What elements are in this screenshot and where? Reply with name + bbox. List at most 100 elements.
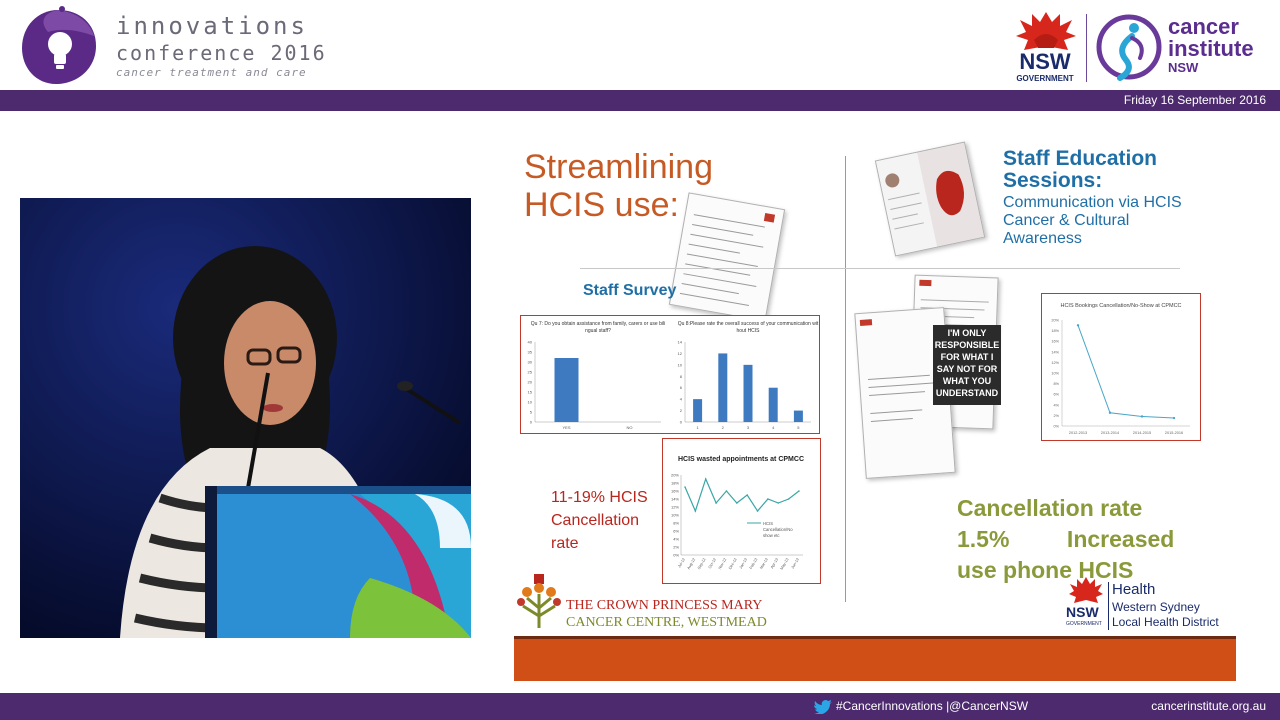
x-tick-label: Feb-13 xyxy=(749,558,758,570)
staff-education-line2: Sessions: xyxy=(1003,169,1103,192)
x-tick-label: NO xyxy=(627,425,633,430)
y-tick-label: 2% xyxy=(673,545,679,550)
bar xyxy=(554,358,579,422)
lightbulb-logo-icon xyxy=(22,6,96,84)
chart-title-cont: ngual staff? xyxy=(585,328,611,334)
x-tick-label: 2015-2016 xyxy=(1165,431,1183,435)
staff-survey-label: Staff Survey xyxy=(583,282,677,299)
x-tick-label: 5 xyxy=(797,425,800,430)
x-tick-label: Nov-12 xyxy=(718,558,728,571)
x-tick-label: 3 xyxy=(747,425,750,430)
social-hashtags[interactable]: #CancerInnovations |@CancerNSW xyxy=(836,699,1028,713)
y-tick-label: 6 xyxy=(680,385,683,390)
y-tick-label: 8 xyxy=(680,374,683,379)
wslhd-gov-text: GOVERNMENT xyxy=(1066,621,1102,627)
staff-education-topics: Communication via HCIS Cancer & Cultural… xyxy=(1003,194,1182,248)
staff-education-line1: Staff Education xyxy=(1003,147,1158,170)
y-tick-label: 30 xyxy=(528,360,533,365)
data-point xyxy=(704,478,707,480)
staff-education-heading: Staff Education Sessions: xyxy=(1003,148,1157,192)
bar xyxy=(743,364,753,422)
y-tick-label: 35 xyxy=(528,350,533,355)
y-tick-label: 2 xyxy=(680,408,683,413)
chart-title-cont: hout HCIS xyxy=(736,328,760,334)
speaker-video xyxy=(20,198,471,638)
x-tick-label: 2012-2013 xyxy=(1069,431,1087,435)
education-brochure-thumbnail xyxy=(874,141,986,257)
legend-label: Cancellation/No xyxy=(763,527,793,532)
y-tick-label: 10 xyxy=(528,400,533,405)
series-line xyxy=(1077,325,1175,419)
bar xyxy=(768,387,778,422)
x-tick-label: Jun-13 xyxy=(791,558,800,570)
result-text: Cancellation rate 1.5% Increased use pho… xyxy=(957,493,1174,586)
y-tick-label: 4% xyxy=(1054,403,1060,407)
x-tick-label: 2014-2015 xyxy=(1133,431,1151,435)
slide-footer-bar xyxy=(514,636,1236,681)
data-point xyxy=(1108,411,1112,414)
x-tick-label: 4 xyxy=(772,425,775,430)
nsw-logo-text: NSW xyxy=(1019,49,1071,74)
data-point xyxy=(756,510,759,512)
y-tick-label: 15 xyxy=(528,390,533,395)
wslhd-divider xyxy=(1108,582,1109,630)
data-point xyxy=(787,498,790,500)
responsibility-stamp: I'M ONLY RESPONSIBLE FOR WHAT I SAY NOT … xyxy=(933,325,1001,405)
legend-label: HCIS xyxy=(763,521,773,526)
x-tick-label: Aug-12 xyxy=(687,558,697,571)
chart-title: HCIS Bookings Cancellation/No-Show at CP… xyxy=(1060,303,1181,309)
cancer-institute-name: cancer institute xyxy=(1168,16,1254,60)
nsw-logo-subtext: GOVERNMENT xyxy=(1016,74,1074,83)
footer-band xyxy=(0,693,1280,720)
slide-title-line1: Streamlining xyxy=(524,148,713,186)
y-tick-label: 14% xyxy=(671,497,679,502)
cancer-institute-figure-icon xyxy=(1096,14,1162,81)
data-point xyxy=(1140,415,1144,418)
y-tick-label: 20 xyxy=(528,380,533,385)
conference-title-year: conference 2016 xyxy=(116,41,327,65)
data-point xyxy=(777,502,780,504)
x-tick-label: Jul-12 xyxy=(677,558,686,569)
y-tick-label: 10 xyxy=(678,362,683,367)
y-tick-label: 8% xyxy=(673,521,679,526)
y-tick-label: 10% xyxy=(1051,372,1059,376)
cancellation-rate-text: 11-19% HCIS Cancellation rate xyxy=(551,486,648,555)
crown-princess-mary-name: THE CROWN PRINCESS MARY CANCER CENTRE, W… xyxy=(566,597,767,631)
y-tick-label: 6% xyxy=(673,529,679,534)
cancer-institute-line1: cancer xyxy=(1168,14,1239,39)
y-tick-label: 12% xyxy=(671,505,679,510)
wasted-appointments-panel: HCIS wasted appointments at CPMCC 0% 2% 4% 6… xyxy=(662,438,821,584)
conference-title: innovations xyxy=(116,12,308,40)
wslhd-line2: Local Health District xyxy=(1112,615,1219,629)
header-band xyxy=(0,90,1280,111)
data-point xyxy=(694,510,697,512)
y-tick-label: 2% xyxy=(1054,414,1060,418)
y-tick-label: 16% xyxy=(671,489,679,494)
x-tick-label: Dec-12 xyxy=(728,558,738,571)
y-tick-label: 0% xyxy=(673,553,679,558)
y-tick-label: 0 xyxy=(530,420,533,425)
y-tick-label: 18% xyxy=(671,481,679,486)
x-tick-label: Jan-13 xyxy=(739,558,748,570)
cancellation-line1: 11-19% HCIS xyxy=(551,489,648,506)
y-tick-label: 4 xyxy=(680,397,683,402)
y-tick-label: 0% xyxy=(1054,425,1060,429)
y-tick-label: 12% xyxy=(1051,361,1059,365)
slide-horizontal-divider xyxy=(580,268,1180,269)
series-line xyxy=(684,477,800,513)
y-tick-label: 4% xyxy=(673,537,679,542)
website-link[interactable]: cancerinstitute.org.au xyxy=(1151,699,1266,713)
x-tick-label: Apr-13 xyxy=(770,558,779,570)
x-tick-label: 2013-2014 xyxy=(1101,431,1119,435)
x-tick-label: Sep-12 xyxy=(697,558,707,571)
staff-education-topic2: Cancer & Cultural xyxy=(1003,212,1130,229)
crown-line2: CANCER CENTRE, WESTMEAD xyxy=(566,615,767,630)
wslhd-nsw-text: NSW xyxy=(1066,604,1099,620)
wslhd-health-text: Health xyxy=(1112,581,1156,598)
data-point xyxy=(715,502,717,504)
bookings-cancellation-panel: HCIS Bookings Cancellation/No-Show at CP… xyxy=(1041,293,1201,441)
cancer-institute-nsw: NSW xyxy=(1168,60,1199,75)
event-date: Friday 16 September 2016 xyxy=(1123,93,1266,107)
wasted-appointments-chart: HCIS wasted appointments at CPMCC 0% 2% 4% 6… xyxy=(671,456,804,571)
y-tick-label: 40 xyxy=(528,340,533,345)
